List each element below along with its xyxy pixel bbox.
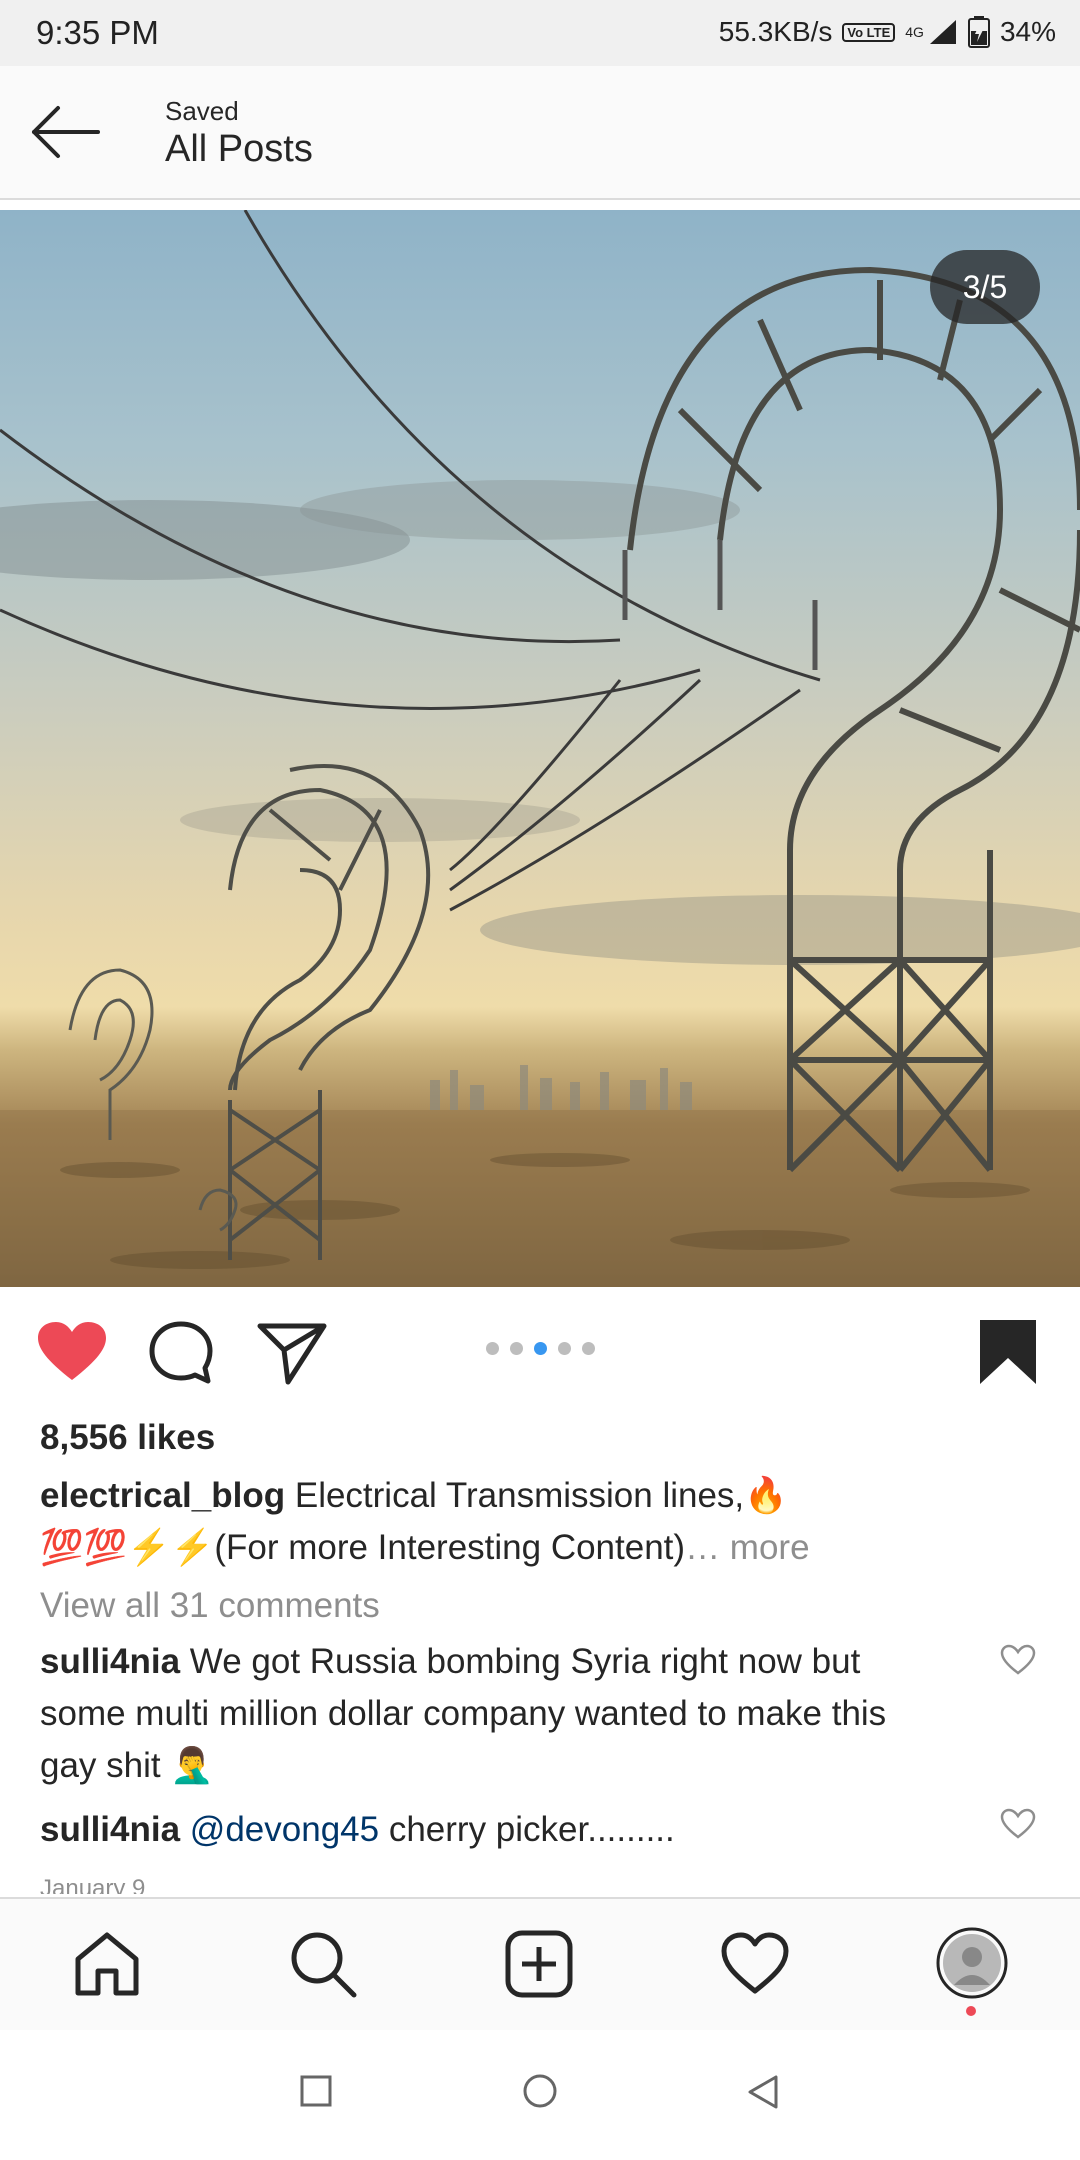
comment-user[interactable]: sulli4nia (40, 1810, 180, 1849)
recents-square-icon[interactable] (300, 2075, 332, 2107)
post-date: January 9 (40, 1875, 146, 1894)
search-icon[interactable] (288, 1929, 358, 1999)
view-all-comments-link[interactable]: View all 31 comments (40, 1586, 380, 1626)
caption-text-line1: Electrical Transmission lines,🔥 (294, 1476, 788, 1515)
bottom-nav (0, 1897, 1080, 2031)
status-time: 9:35 PM (36, 14, 159, 51)
carousel-dot (558, 1342, 571, 1355)
comment-item: sulli4nia @devong45 cherry picker.......… (40, 1804, 940, 1856)
post-image[interactable]: 3/5 (0, 210, 1080, 1287)
more-link[interactable]: … more (685, 1528, 809, 1567)
carousel-dot (510, 1342, 523, 1355)
paper-plane-icon[interactable] (256, 1320, 328, 1386)
comment-item: sulli4nia We got Russia bombing Syria ri… (40, 1636, 940, 1792)
volte-icon: Vo LTE (842, 22, 896, 42)
back-triangle-icon[interactable] (746, 2075, 780, 2109)
status-right: 55.3KB/s Vo LTE 4G 34% (719, 16, 1056, 48)
profile-avatar[interactable] (936, 1927, 1008, 1999)
header-subtitle: Saved (165, 96, 239, 126)
comment-text: cherry picker......... (388, 1810, 675, 1849)
battery-icon (967, 16, 990, 48)
page-title: All Posts (165, 128, 313, 170)
question-mark-pylons-illustration (0, 210, 1080, 1287)
carousel-dot-active (534, 1342, 547, 1355)
home-icon[interactable] (72, 1929, 142, 1999)
carousel-dot (486, 1342, 499, 1355)
signal-icon (929, 20, 956, 44)
caption-text-line2: 💯💯⚡⚡(For more Interesting Content) (40, 1528, 686, 1567)
likes-count[interactable]: 8,556 likes (40, 1418, 215, 1458)
comment-user[interactable]: sulli4nia (40, 1642, 180, 1681)
battery-level: 34% (999, 16, 1056, 47)
network-speed: 55.3KB/s (718, 16, 833, 47)
heart-filled-icon[interactable] (36, 1320, 108, 1384)
network-type: 4G (905, 24, 924, 40)
notification-dot (966, 2006, 976, 2016)
add-post-icon[interactable] (504, 1929, 574, 1999)
comment-mention[interactable]: @devong45 (190, 1810, 379, 1849)
comment-like-heart-icon[interactable] (1000, 1644, 1036, 1676)
home-circle-icon[interactable] (522, 2073, 558, 2109)
bookmark-filled-icon[interactable] (978, 1318, 1038, 1386)
activity-heart-icon[interactable] (720, 1929, 790, 1999)
post-caption: electrical_blog Electrical Transmission … (40, 1470, 1040, 1574)
carousel-counter: 3/5 (930, 250, 1040, 324)
status-bar: 9:35 PM 55.3KB/s Vo LTE 4G 34% (0, 0, 1080, 66)
carousel-dot (582, 1342, 595, 1355)
comment-like-heart-icon[interactable] (1000, 1808, 1036, 1840)
top-header: Saved All Posts (0, 66, 1080, 200)
caption-author[interactable]: electrical_blog (40, 1476, 285, 1515)
arrow-left-icon[interactable] (30, 104, 102, 160)
comment-bubble-icon[interactable] (148, 1320, 214, 1386)
carousel-dots (486, 1342, 595, 1355)
system-navigation-bar (0, 2030, 1080, 2160)
